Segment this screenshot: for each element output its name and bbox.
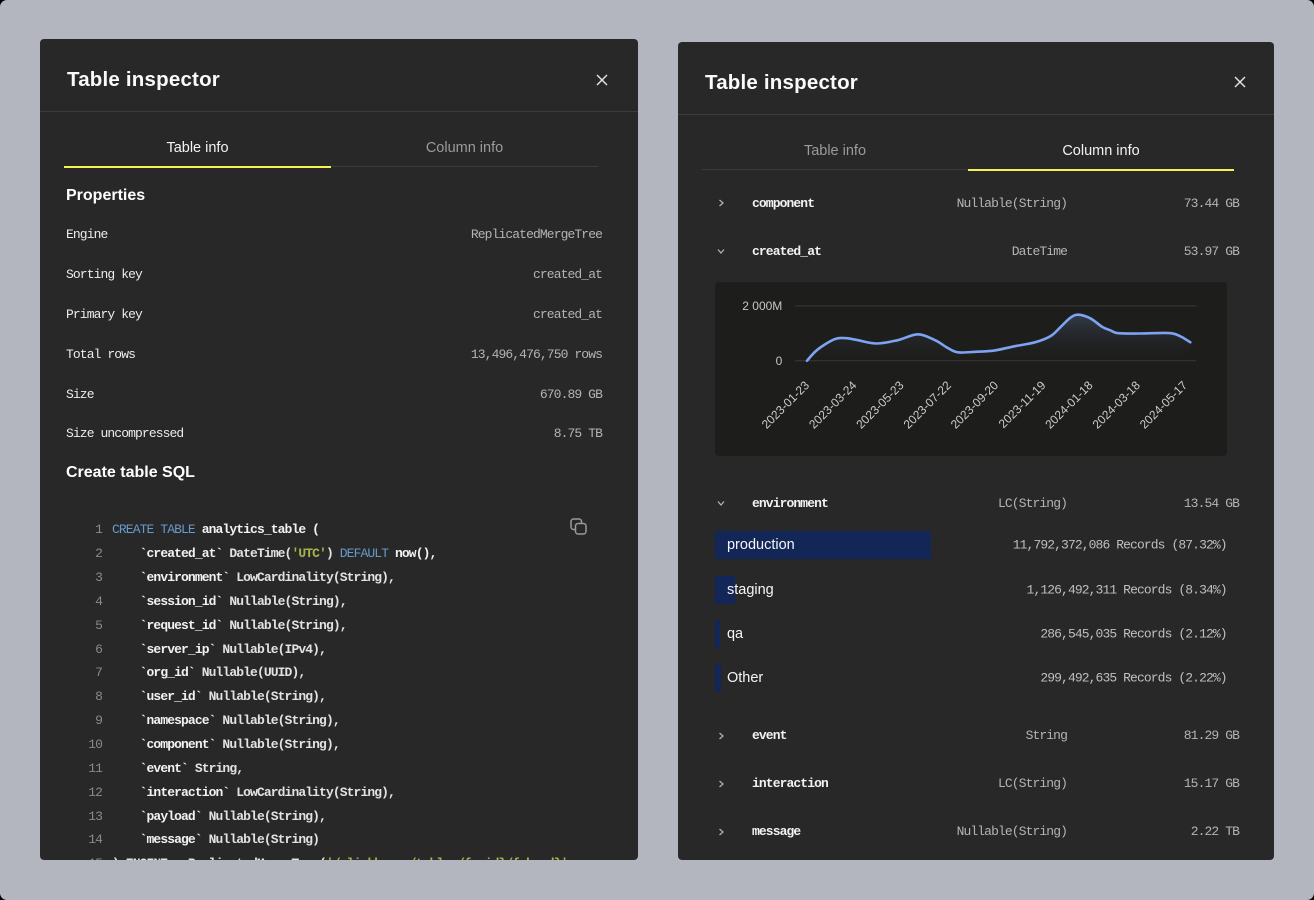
svg-text:0: 0 <box>775 354 782 368</box>
svg-text:2023-01-23: 2023-01-23 <box>758 378 812 432</box>
svg-text:2023-11-19: 2023-11-19 <box>995 378 1048 431</box>
svg-text:2024-03-18: 2024-03-18 <box>1089 378 1143 432</box>
svg-text:2023-09-20: 2023-09-20 <box>947 378 1001 432</box>
svg-text:2024-01-18: 2024-01-18 <box>1042 378 1096 432</box>
svg-text:2 000M: 2 000M <box>742 299 782 313</box>
svg-text:2023-05-23: 2023-05-23 <box>853 378 907 432</box>
svg-text:2024-05-17: 2024-05-17 <box>1136 378 1190 432</box>
svg-text:2023-03-24: 2023-03-24 <box>806 378 860 432</box>
svg-text:2023-07-22: 2023-07-22 <box>900 378 954 432</box>
